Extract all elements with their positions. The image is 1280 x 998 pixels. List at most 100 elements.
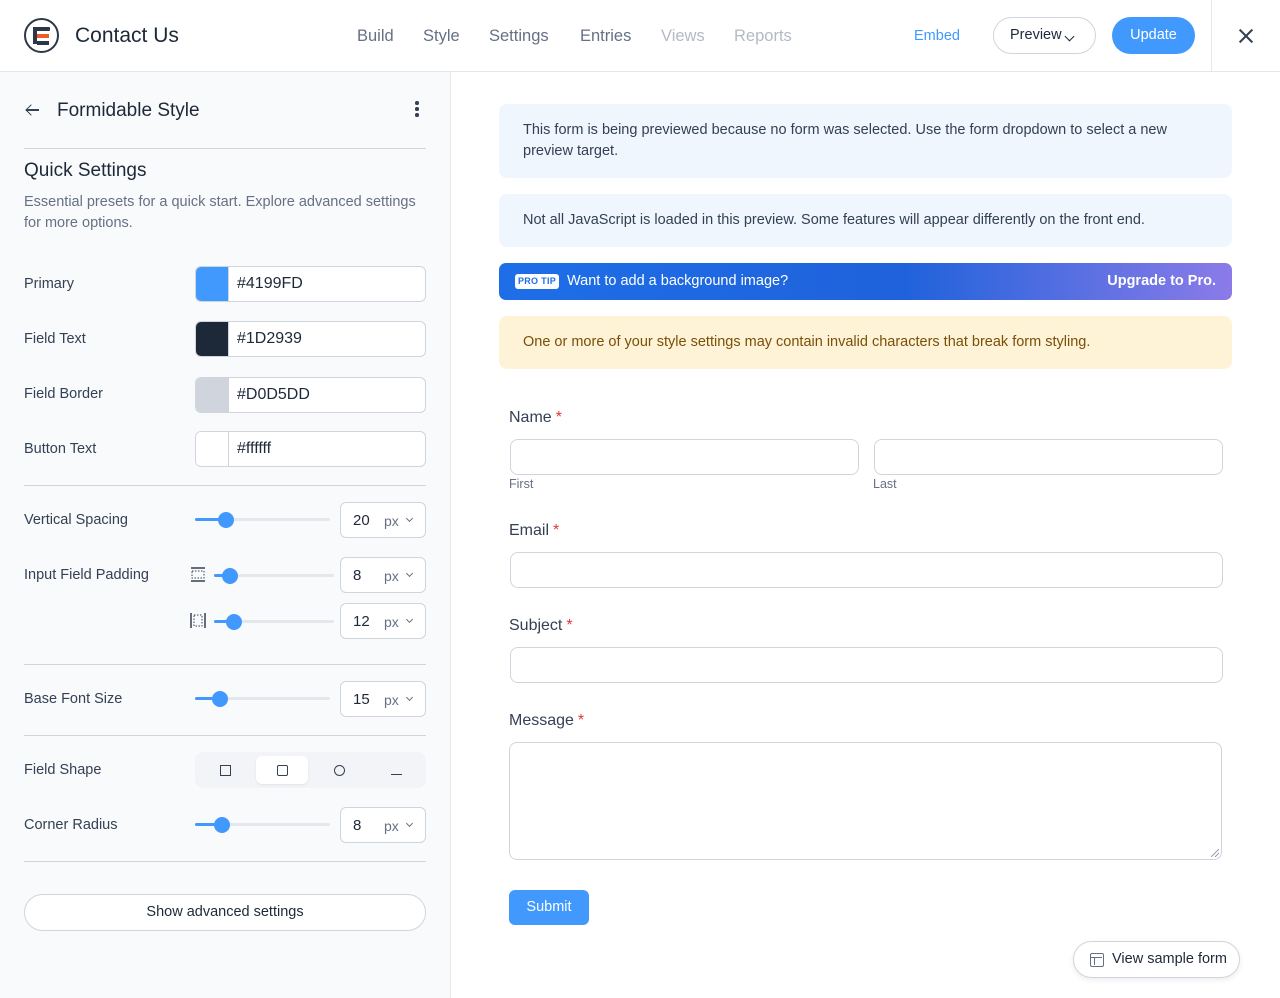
preview-button[interactable]: Preview [993,17,1096,54]
view-sample-form-button[interactable]: View sample form [1073,941,1240,978]
quick-settings-description: Essential presets for a quick start. Exp… [24,194,416,231]
update-button[interactable]: Update [1112,17,1195,54]
chevron-down-icon[interactable] [405,514,414,523]
corner-radius-slider[interactable] [195,816,330,833]
horizontal-padding-value[interactable]: 12 [353,613,370,630]
chevron-down-icon[interactable] [405,569,414,578]
table-layout-icon [1090,953,1104,967]
nav-build[interactable]: Build [357,27,394,46]
shape-circle-option[interactable] [313,756,365,784]
base-font-size-slider[interactable] [195,690,330,707]
chevron-down-icon[interactable] [405,693,414,702]
corner-radius-label: Corner Radius [24,817,118,833]
field-text-color-field[interactable]: #1D2939 [195,321,426,357]
first-name-input[interactable] [510,439,859,475]
primary-color-hex[interactable]: #4199FD [237,275,303,293]
vertical-padding-slider[interactable] [214,567,334,584]
style-name: Formidable Style [57,100,200,121]
field-text-color-label: Field Text [24,331,86,347]
slider-thumb[interactable] [226,613,242,630]
button-text-color-hex[interactable]: #ffffff [237,440,271,458]
nav-entries[interactable]: Entries [580,27,631,46]
slider-thumb[interactable] [222,567,238,584]
primary-color-field[interactable]: #4199FD [195,266,426,302]
shape-underline-option[interactable] [370,756,422,784]
field-border-color-hex[interactable]: #D0D5DD [237,386,310,404]
vertical-spacing-value[interactable]: 20 [353,512,370,529]
horizontal-padding-slider[interactable] [214,613,334,630]
square-shape-icon [220,765,231,776]
slider-thumb[interactable] [214,816,230,833]
back-arrow-icon[interactable] [25,102,41,118]
nav-style[interactable]: Style [423,27,460,46]
upgrade-link[interactable]: Upgrade to Pro. [1107,273,1216,289]
vertical-padding-value[interactable]: 8 [353,567,361,584]
required-asterisk: * [577,712,585,729]
primary-color-label: Primary [24,276,74,292]
chevron-down-icon[interactable] [405,819,414,828]
subject-input[interactable] [510,647,1223,683]
field-text-color-hex[interactable]: #1D2939 [237,330,302,348]
field-border-color-label: Field Border [24,386,103,402]
corner-radius-unit[interactable]: px [384,818,399,834]
slider-thumb[interactable] [212,690,228,707]
shape-rounded-option[interactable] [256,756,308,784]
chevron-down-icon[interactable] [405,615,414,624]
button-text-color-field[interactable]: #ffffff [195,431,426,467]
corner-radius-input[interactable]: 8 px [340,807,426,843]
resize-handle-icon[interactable] [1211,849,1219,857]
subject-label-text: Subject [509,617,563,634]
rounded-shape-icon [277,765,288,776]
base-font-size-value[interactable]: 15 [353,691,370,708]
horizontal-padding-unit[interactable]: px [384,614,399,630]
email-input[interactable] [510,552,1223,588]
quick-settings-title: Quick Settings [24,160,147,181]
shape-square-option[interactable] [199,756,251,784]
required-asterisk: * [555,409,562,426]
corner-radius-value[interactable]: 8 [353,817,361,834]
email-label: Email * [509,522,559,540]
nav-settings[interactable]: Settings [489,27,549,46]
vertical-padding-unit[interactable]: px [384,568,399,584]
divider [24,861,426,862]
field-border-color-field[interactable]: #D0D5DD [195,377,426,413]
message-label: Message * [509,712,584,730]
name-label-text: Name [509,409,552,426]
style-sidebar: Formidable Style Quick Settings Essentia… [0,72,451,998]
vertical-spacing-slider[interactable] [195,511,330,528]
embed-link[interactable]: Embed [914,28,960,44]
submit-button[interactable]: Submit [509,890,589,925]
last-name-input[interactable] [874,439,1223,475]
slider-thumb[interactable] [218,511,234,528]
vertical-spacing-unit[interactable]: px [384,513,399,529]
horizontal-padding-input[interactable]: 12 px [340,603,426,639]
primary-color-swatch[interactable] [196,267,229,301]
message-textarea[interactable] [509,742,1222,860]
nav-reports[interactable]: Reports [734,27,792,46]
field-shape-label: Field Shape [24,762,102,778]
pro-tip-text: Want to add a background image? [567,273,789,289]
show-advanced-settings-button[interactable]: Show advanced settings [24,894,426,931]
form-title: Contact Us [75,24,179,47]
name-label: Name * [509,409,562,427]
button-text-color-swatch[interactable] [196,432,229,466]
divider [24,148,426,149]
more-options-icon[interactable] [410,100,424,118]
pro-tip-banner: PRO TIP Want to add a background image? … [499,263,1232,300]
required-asterisk: * [566,617,573,634]
field-text-color-swatch[interactable] [196,322,229,356]
base-font-size-label: Base Font Size [24,691,123,707]
chevron-down-icon [1064,31,1075,42]
email-label-text: Email [509,522,550,539]
subject-label: Subject * [509,617,573,635]
nav-views[interactable]: Views [661,27,705,46]
close-icon[interactable] [1236,26,1256,46]
vertical-spacing-input[interactable]: 20 px [340,502,426,538]
view-sample-form-label: View sample form [1112,951,1227,967]
vertical-padding-input[interactable]: 8 px [340,557,426,593]
pro-tip-badge: PRO TIP [515,274,559,289]
top-bar: Contact Us Build Style Settings Entries … [0,0,1280,72]
base-font-size-input[interactable]: 15 px [340,681,426,717]
field-border-color-swatch[interactable] [196,378,229,412]
base-font-size-unit[interactable]: px [384,692,399,708]
